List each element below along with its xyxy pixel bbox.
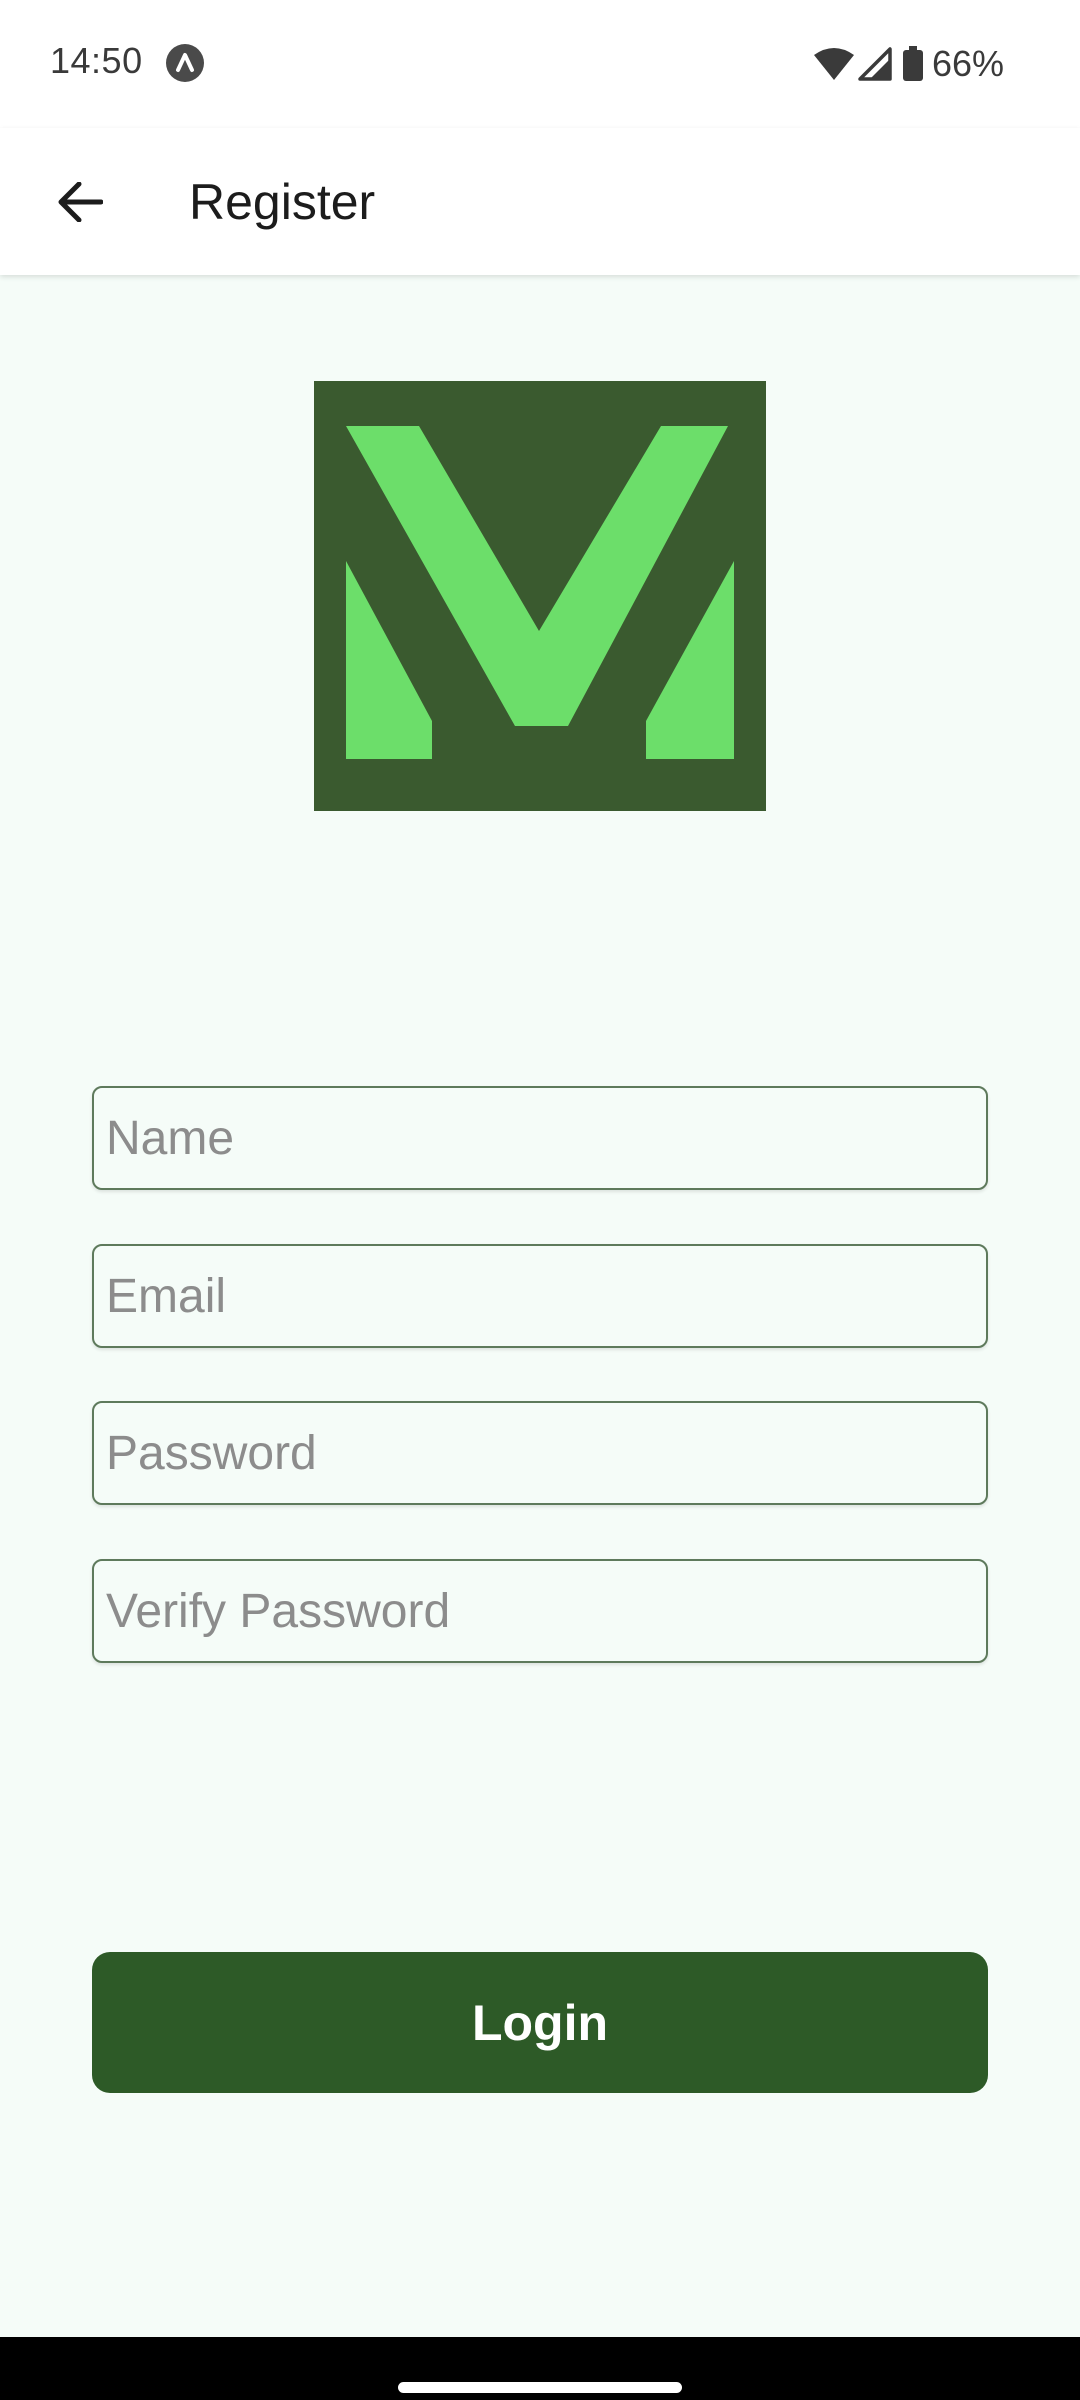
verify-password-field[interactable] (94, 1561, 986, 1661)
back-button[interactable] (40, 162, 120, 242)
status-icons: 66% (813, 40, 1004, 88)
password-field-container (92, 1401, 988, 1505)
name-field[interactable] (94, 1088, 986, 1188)
password-field[interactable] (94, 1403, 986, 1503)
battery-icon (902, 46, 923, 81)
verify-password-field-container (92, 1559, 988, 1663)
notification-app-icon (166, 44, 204, 82)
wifi-icon (813, 48, 854, 80)
app-logo (314, 381, 766, 811)
page-title: Register (189, 174, 376, 230)
login-button[interactable]: Login (92, 1952, 988, 2093)
email-field[interactable] (94, 1246, 986, 1346)
arrow-back-icon (58, 182, 103, 222)
battery-percent: 66% (931, 43, 1004, 84)
status-time: 14:50 (50, 40, 143, 81)
name-field-container (92, 1086, 988, 1190)
email-field-container (92, 1244, 988, 1348)
home-gesture-handle[interactable] (398, 2382, 682, 2393)
app-bar: Register (0, 128, 1080, 275)
status-bar: 14:50 66% (0, 0, 1080, 128)
cell-signal-icon (858, 47, 892, 81)
